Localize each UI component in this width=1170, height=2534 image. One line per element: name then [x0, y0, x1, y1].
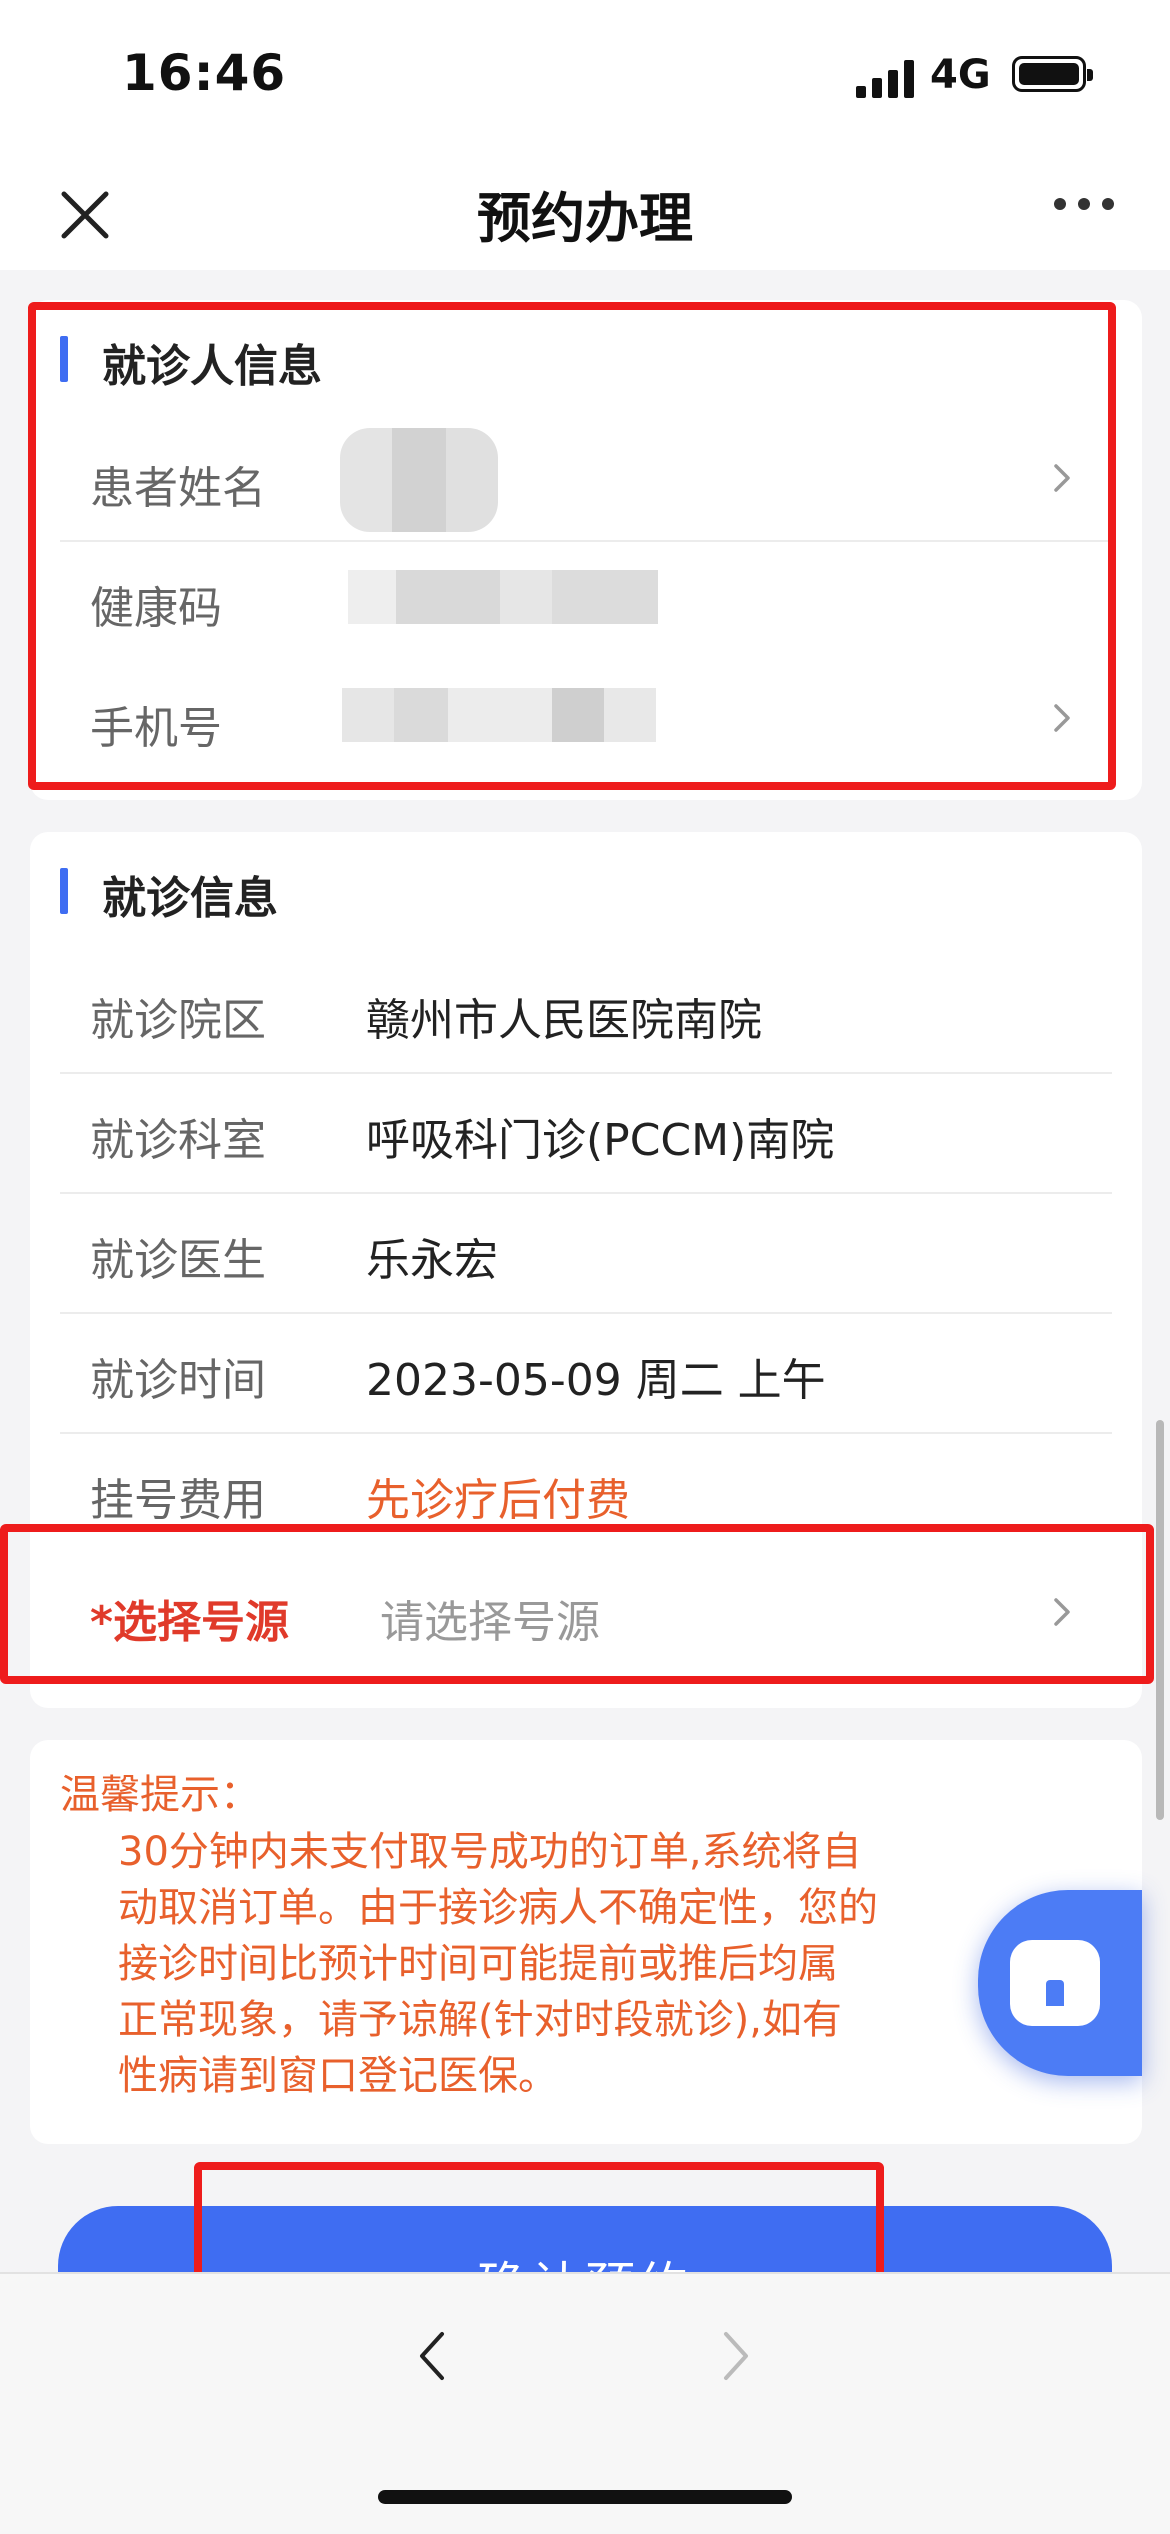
phone-redacted — [342, 688, 656, 742]
notice-line: 性病请到窗口登记医保。 — [118, 2053, 558, 2099]
patient-name-redacted — [340, 428, 498, 532]
patient-info-card: 就诊人信息 患者姓名 健康码 手机号 — [30, 300, 1142, 800]
select-source-label: *选择号源 — [90, 1597, 290, 1648]
chevron-right-icon — [1054, 1598, 1070, 1626]
battery-icon — [1012, 56, 1093, 92]
visit-doctor-label: 就诊医生 — [90, 1235, 266, 1286]
phone-label: 手机号 — [90, 703, 222, 754]
visit-doctor-row: 就诊医生 乐永宏 — [60, 1192, 1112, 1314]
select-source-row[interactable]: *选择号源 请选择号源 — [60, 1554, 1112, 1674]
visit-fee-value: 先诊疗后付费 — [366, 1475, 630, 1526]
visit-time-value: 2023-05-09 周二 上午 — [366, 1355, 826, 1406]
section-marker — [60, 336, 68, 382]
status-time: 16:46 — [122, 44, 287, 102]
patient-name-label: 患者姓名 — [90, 463, 266, 514]
section-marker — [60, 868, 68, 914]
more-icon[interactable] — [1050, 198, 1120, 218]
home-indicator — [378, 2490, 792, 2504]
notice-line: 接诊时间比预计时间可能提前或推后均属 — [118, 1941, 838, 1987]
visit-fee-row: 挂号费用 先诊疗后付费 — [60, 1432, 1112, 1552]
chevron-right-icon — [1054, 464, 1070, 492]
browser-toolbar — [0, 2272, 1170, 2534]
visit-department-value: 呼吸科门诊(PCCM)南院 — [366, 1115, 835, 1166]
status-bar: 16:46 4G — [0, 0, 1170, 150]
patient-name-row[interactable]: 患者姓名 — [60, 420, 1112, 542]
visit-time-label: 就诊时间 — [90, 1355, 266, 1406]
visit-info-card: 就诊信息 就诊院区 赣州市人民医院南院 就诊科室 呼吸科门诊(PCCM)南院 就… — [30, 832, 1142, 1708]
visit-time-row: 就诊时间 2023-05-09 周二 上午 — [60, 1312, 1112, 1434]
scrollbar[interactable] — [1156, 1420, 1164, 1820]
notice-line: 30分钟内未支付取号成功的订单,系统将自 — [118, 1829, 862, 1875]
visit-campus-label: 就诊院区 — [90, 995, 266, 1046]
forward-arrow-icon[interactable] — [710, 2326, 760, 2386]
health-code-redacted — [348, 570, 658, 624]
home-icon — [1010, 1940, 1100, 2026]
nav-bar: 预约办理 — [0, 150, 1170, 270]
select-source-placeholder: 请选择号源 — [380, 1597, 600, 1648]
visit-campus-row: 就诊院区 赣州市人民医院南院 — [60, 952, 1112, 1074]
back-arrow-icon[interactable] — [408, 2326, 458, 2386]
section-title-visit: 就诊信息 — [102, 873, 278, 924]
notice-line: 正常现象，请予谅解(针对时段就诊),如有 — [118, 1997, 842, 2043]
signal-icon — [856, 58, 916, 98]
section-title-patient: 就诊人信息 — [102, 341, 322, 392]
visit-fee-label: 挂号费用 — [90, 1475, 266, 1526]
phone-row[interactable]: 手机号 — [60, 660, 1112, 780]
health-code-row: 健康码 — [60, 540, 1112, 660]
network-type: 4G — [930, 52, 991, 98]
visit-doctor-value: 乐永宏 — [366, 1235, 498, 1286]
notice-body: 30分钟内未支付取号成功的订单,系统将自 动取消订单。由于接诊病人不确定性，您的… — [118, 1824, 1018, 2104]
notice-title: 温馨提示： — [60, 1772, 260, 1818]
health-code-label: 健康码 — [90, 583, 222, 634]
visit-department-label: 就诊科室 — [90, 1115, 266, 1166]
floating-home-button[interactable] — [978, 1890, 1142, 2076]
visit-campus-value: 赣州市人民医院南院 — [366, 995, 762, 1046]
chevron-right-icon — [1054, 704, 1070, 732]
page-title: 预约办理 — [477, 187, 693, 250]
visit-department-row: 就诊科室 呼吸科门诊(PCCM)南院 — [60, 1072, 1112, 1194]
notice-line: 动取消订单。由于接诊病人不确定性，您的 — [118, 1885, 878, 1931]
